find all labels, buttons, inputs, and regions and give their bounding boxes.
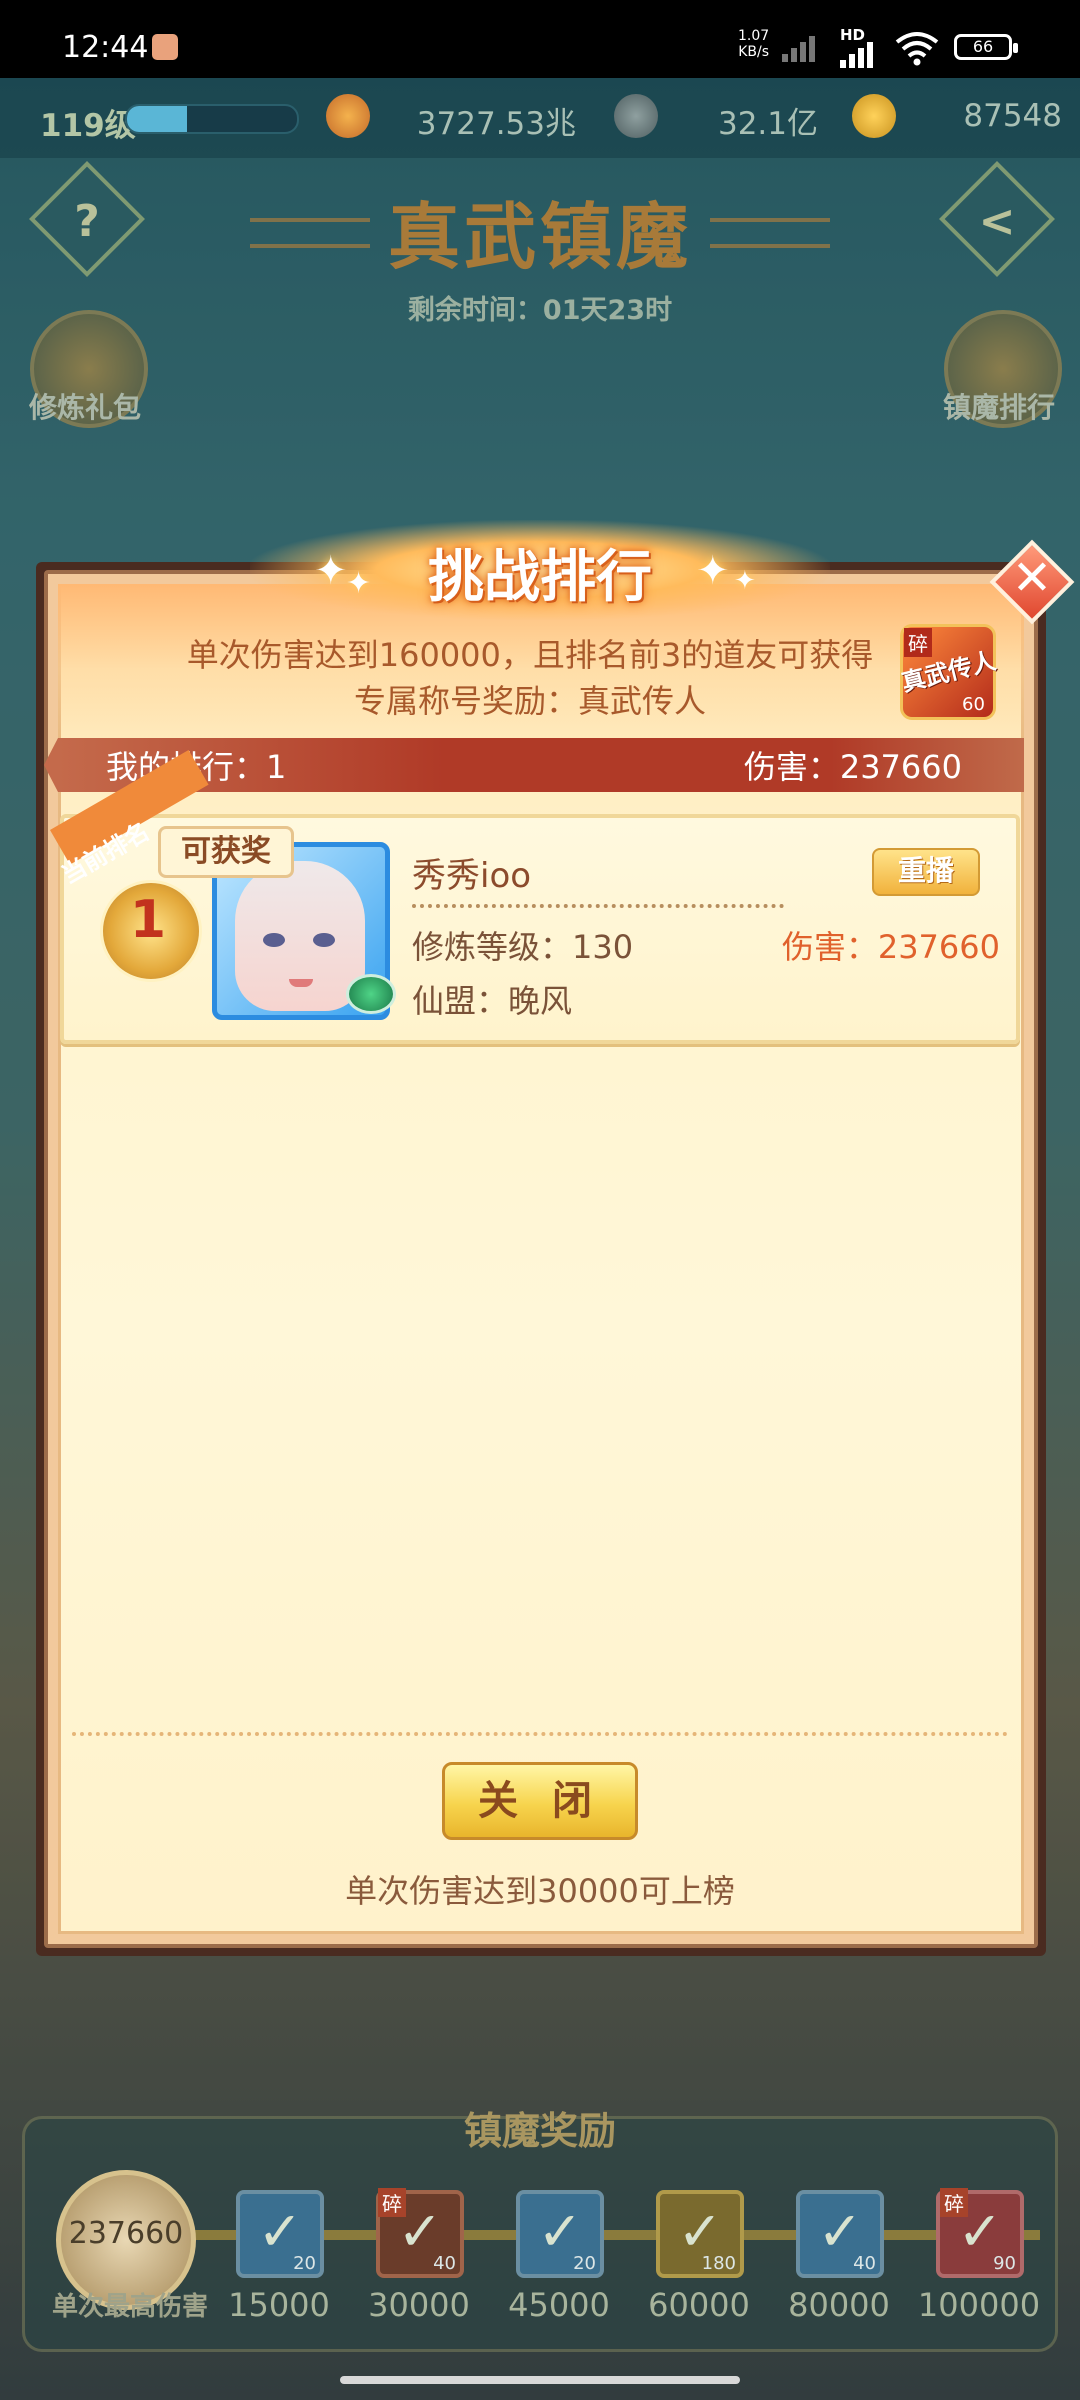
status-time: 12:44 (62, 30, 149, 65)
avatar-eye (313, 933, 335, 947)
replay-button[interactable]: 重播 (872, 848, 980, 896)
modal-close-button[interactable]: ✕ (989, 539, 1075, 625)
best-damage-label: 单次最高伤害 (51, 2292, 208, 2322)
guild-name: 仙盟：晚风 (412, 982, 573, 1020)
app-notification-icon (152, 34, 178, 60)
milestone-chest[interactable]: ✓ 180 (656, 2190, 744, 2278)
cultivation-level: 修炼等级：130 (412, 928, 634, 966)
home-indicator[interactable] (340, 2376, 740, 2384)
title-reward-description: 单次伤害达到160000，且排名前3的道友可获得 专属称号奖励：真武传人 (150, 632, 910, 724)
award-eligible-tag: 可获奖 (158, 826, 294, 878)
reward-line-2: 专属称号奖励：真武传人 (353, 682, 706, 720)
entry-damage: 伤害：237660 (781, 928, 1000, 966)
milestone-value: 15000 (228, 2286, 330, 2324)
milestone-chest[interactable]: ✓ 40 (796, 2190, 884, 2278)
fragment-tag: 碎 (940, 2188, 968, 2217)
divider (412, 904, 784, 908)
coin-icon (614, 94, 658, 138)
cell-signal-icon (782, 30, 815, 62)
combat-power-value: 3727.53兆 (416, 106, 576, 142)
gold-value: 87548 (963, 98, 1062, 134)
close-button[interactable]: 关 闭 (442, 1762, 638, 1840)
level-progress-bar (125, 104, 299, 134)
best-damage-value: 237660 (68, 2216, 184, 2251)
cultivation-pack-label: 修炼礼包 (28, 391, 141, 424)
demon-ranking-label: 镇魔排行 (942, 391, 1055, 424)
fragment-tag: 碎 (378, 2188, 406, 2217)
rank-number: 1 (129, 890, 167, 950)
level-progress-fill (127, 106, 187, 132)
milestone-chest[interactable]: ✓ 20 (236, 2190, 324, 2278)
my-damage: 伤害：237660 (743, 748, 962, 786)
milestone-count: 180 (701, 2253, 736, 2274)
network-speed-unit: KB/s (738, 44, 769, 60)
milestone-value: 30000 (368, 2286, 470, 2324)
cell-signal-icon-2 (840, 36, 873, 68)
coin-value: 32.1亿 (717, 106, 818, 142)
rewards-title: 镇魔奖励 (463, 2109, 616, 2153)
vip-gem-icon (346, 974, 396, 1014)
battery-icon: 66 (954, 34, 1018, 60)
milestone-chest[interactable]: ✓ 20 (516, 2190, 604, 2278)
remaining-time: 剩余时间：01天23时 (407, 295, 673, 326)
avatar-face (235, 861, 365, 1011)
help-icon: ? (74, 196, 100, 247)
ranking-threshold-note: 单次伤害达到30000可上榜 (345, 1872, 735, 1910)
divider (72, 1732, 1008, 1736)
network-speed: 1.07 KB/s (738, 28, 769, 60)
milestone-value: 80000 (788, 2286, 890, 2324)
badge-count: 60 (962, 694, 985, 715)
milestone-value: 60000 (648, 2286, 750, 2324)
event-title: 真武镇魔 (387, 195, 692, 279)
milestone-value: 100000 (917, 2286, 1041, 2324)
status-bar: 12:44 1.07 KB/s HD 66 (0, 0, 1080, 78)
close-icon: ✕ (1011, 550, 1053, 606)
badge-fragment-tag: 碎 (904, 628, 932, 657)
combat-power-icon (326, 94, 370, 138)
avatar-eye (263, 933, 285, 947)
gold-icon (852, 94, 896, 138)
wifi-icon (895, 32, 939, 66)
network-speed-value: 1.07 (738, 28, 770, 44)
milestone-count: 40 (433, 2253, 456, 2274)
milestone-count: 40 (853, 2253, 876, 2274)
modal-title: 挑战排行 (428, 545, 652, 610)
reward-line-1: 单次伤害达到160000，且排名前3的道友可获得 (186, 636, 874, 674)
battery-level: 66 (972, 37, 994, 56)
milestone-count: 20 (573, 2253, 596, 2274)
milestone-count: 90 (993, 2253, 1016, 2274)
player-name: 秀秀ioo (412, 856, 532, 896)
back-arrow-icon: < (978, 196, 1016, 247)
milestone-count: 20 (293, 2253, 316, 2274)
milestone-value: 45000 (508, 2286, 610, 2324)
player-level: 119级 (40, 108, 136, 144)
